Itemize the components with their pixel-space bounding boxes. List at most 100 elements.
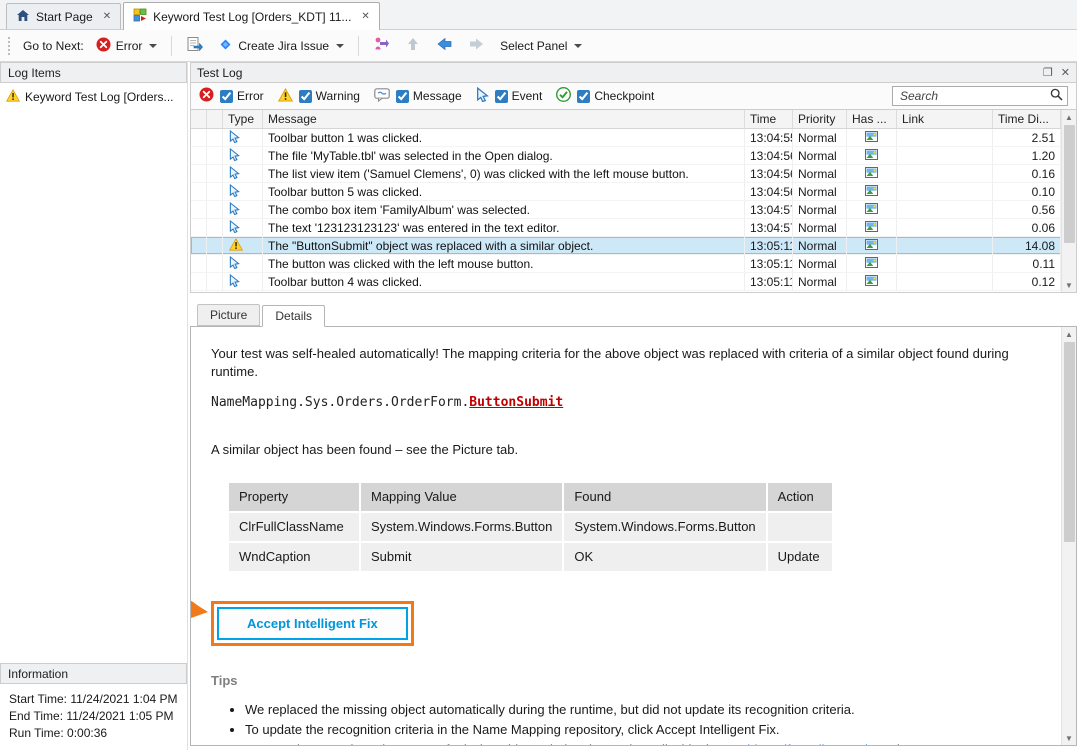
tip-item: To cancel automatic replacement of missi… [245,740,1035,745]
log-row[interactable]: The file 'MyTable.tbl' was selected in t… [191,147,1061,165]
chevron-down-icon [336,44,344,48]
mapping-path: NameMapping.Sys.Orders.OrderForm.ButtonS… [211,394,1035,412]
tips-list: We replaced the missing object automatic… [211,700,1035,745]
message-icon [374,88,390,105]
log-items-header: Log Items [0,62,187,83]
col-has[interactable]: Has ... [847,110,897,128]
picture-icon [865,275,878,289]
filter-checkpoint[interactable]: Checkpoint [577,89,654,103]
go-to-next-error-dropdown[interactable]: Error [91,34,163,58]
log-row[interactable]: Toolbar button 1 was clicked. 13:04:55 N… [191,129,1061,147]
col-time[interactable]: Time [745,110,793,128]
tab-details[interactable]: Details [262,305,325,327]
toolbar-grip[interactable] [8,37,12,55]
event-icon [229,220,240,236]
picture-icon [865,257,878,271]
picture-icon [865,185,878,199]
event-checkbox[interactable] [495,90,508,103]
tab-label: Start Page [36,10,93,24]
col-expand[interactable] [191,110,207,128]
log-row[interactable]: The list view item ('Samuel Clemens', 0)… [191,165,1061,183]
checkpoint-checkbox[interactable] [577,90,590,103]
filter-event[interactable]: Event [495,89,543,103]
post-issue-button[interactable] [181,33,208,59]
close-icon[interactable]: ✕ [103,12,111,22]
header-property: Property [229,483,359,511]
mapping-object-link[interactable]: ButtonSubmit [469,395,563,410]
information-header: Information [0,663,187,684]
previous-result-button[interactable] [431,33,458,58]
filter-checkpoint-label: Checkpoint [594,89,654,103]
create-jira-issue-button[interactable]: Create Jira Issue [213,34,349,58]
log-row[interactable]: Toolbar button 4 was clicked. 13:05:11 N… [191,273,1061,291]
search-box[interactable] [892,86,1068,106]
close-panel-icon[interactable]: ✕ [1061,66,1070,79]
log-row[interactable]: The button was clicked with the left mou… [191,255,1061,273]
close-icon[interactable]: ✕ [361,12,369,22]
warning-checkbox[interactable] [299,90,312,103]
scroll-down-icon[interactable]: ▼ [1062,278,1077,292]
up-arrow-icon [405,36,421,55]
forward-arrow-icon [468,36,485,55]
scroll-up-icon[interactable]: ▲ [1062,110,1077,124]
search-input[interactable] [900,89,1050,103]
cell-action[interactable]: Update [768,543,832,571]
col-icon[interactable] [207,110,223,128]
tree-item-keyword-test-log[interactable]: Keyword Test Log [Orders... [2,87,185,107]
log-row[interactable]: The combo box item 'FamilyAlbum' was sel… [191,201,1061,219]
scrollbar-thumb[interactable] [1064,125,1075,243]
restore-panel-icon[interactable]: ❐ [1043,66,1053,79]
col-type[interactable]: Type [223,110,263,128]
message-checkbox[interactable] [396,90,409,103]
checkpoint-icon [556,87,571,105]
go-to-next-label: Go to Next: [21,39,86,53]
tab-keyword-test-log[interactable]: Keyword Test Log [Orders_KDT] 11... ✕ [123,2,380,30]
picture-icon [865,149,878,163]
information-title: Information [8,667,68,681]
toolbar-separator [171,36,172,56]
filter-message[interactable]: Message [396,89,462,103]
details-scrollbar[interactable]: ▲ ▼ [1061,327,1076,745]
log-row[interactable]: Toolbar button 5 was clicked. 13:04:56 N… [191,183,1061,201]
filter-message-label: Message [413,89,462,103]
scroll-up-icon[interactable]: ▲ [1062,327,1077,341]
log-table-scrollbar[interactable]: ▲ ▼ [1061,110,1076,292]
picture-icon [865,203,878,217]
up-one-level-button[interactable] [400,33,426,58]
create-jira-issue-label: Create Jira Issue [238,39,329,53]
orange-arrow-icon [191,593,209,630]
cell-mapping-value: Submit [361,543,562,571]
search-icon[interactable] [1050,88,1063,104]
table-row: WndCaption Submit OK Update [229,543,832,571]
jump-to-source-button[interactable] [368,33,395,58]
next-result-button[interactable] [463,33,490,58]
log-row[interactable]: The text '123123123123' was entered in t… [191,219,1061,237]
accept-fix-highlight: Accept Intelligent Fix [211,601,414,646]
test-log-panel: Test Log ❐ ✕ Error Warning Message [188,62,1077,750]
warning-icon [229,238,243,254]
select-panel-dropdown[interactable]: Select Panel [495,36,587,56]
test-log-header: Test Log ❐ ✕ [190,62,1077,83]
event-icon [229,274,240,290]
filter-warning[interactable]: Warning [299,89,360,103]
cell-property: ClrFullClassName [229,513,359,541]
cell-property: WndCaption [229,543,359,571]
filter-error[interactable]: Error [220,89,264,103]
error-checkbox[interactable] [220,90,233,103]
tab-start-page[interactable]: Start Page ✕ [6,3,121,29]
accept-intelligent-fix-button[interactable]: Accept Intelligent Fix [217,607,408,640]
col-priority[interactable]: Priority [793,110,847,128]
scroll-down-icon[interactable]: ▼ [1062,731,1077,745]
tab-picture[interactable]: Picture [197,304,260,326]
enable-self-healing-link[interactable]: Enable Self-Healing mode [724,742,875,745]
chevron-down-icon [149,44,157,48]
run-time: Run Time: 0:00:36 [9,725,178,742]
back-arrow-icon [436,36,453,55]
col-message[interactable]: Message [263,110,745,128]
log-row-selected[interactable]: The "ButtonSubmit" object was replaced w… [191,237,1061,255]
accept-fix-area: Accept Intelligent Fix [211,601,414,646]
col-time-diff[interactable]: Time Di... [993,110,1061,128]
scrollbar-thumb[interactable] [1064,342,1075,542]
col-link[interactable]: Link [897,110,993,128]
chevron-down-icon [574,44,582,48]
